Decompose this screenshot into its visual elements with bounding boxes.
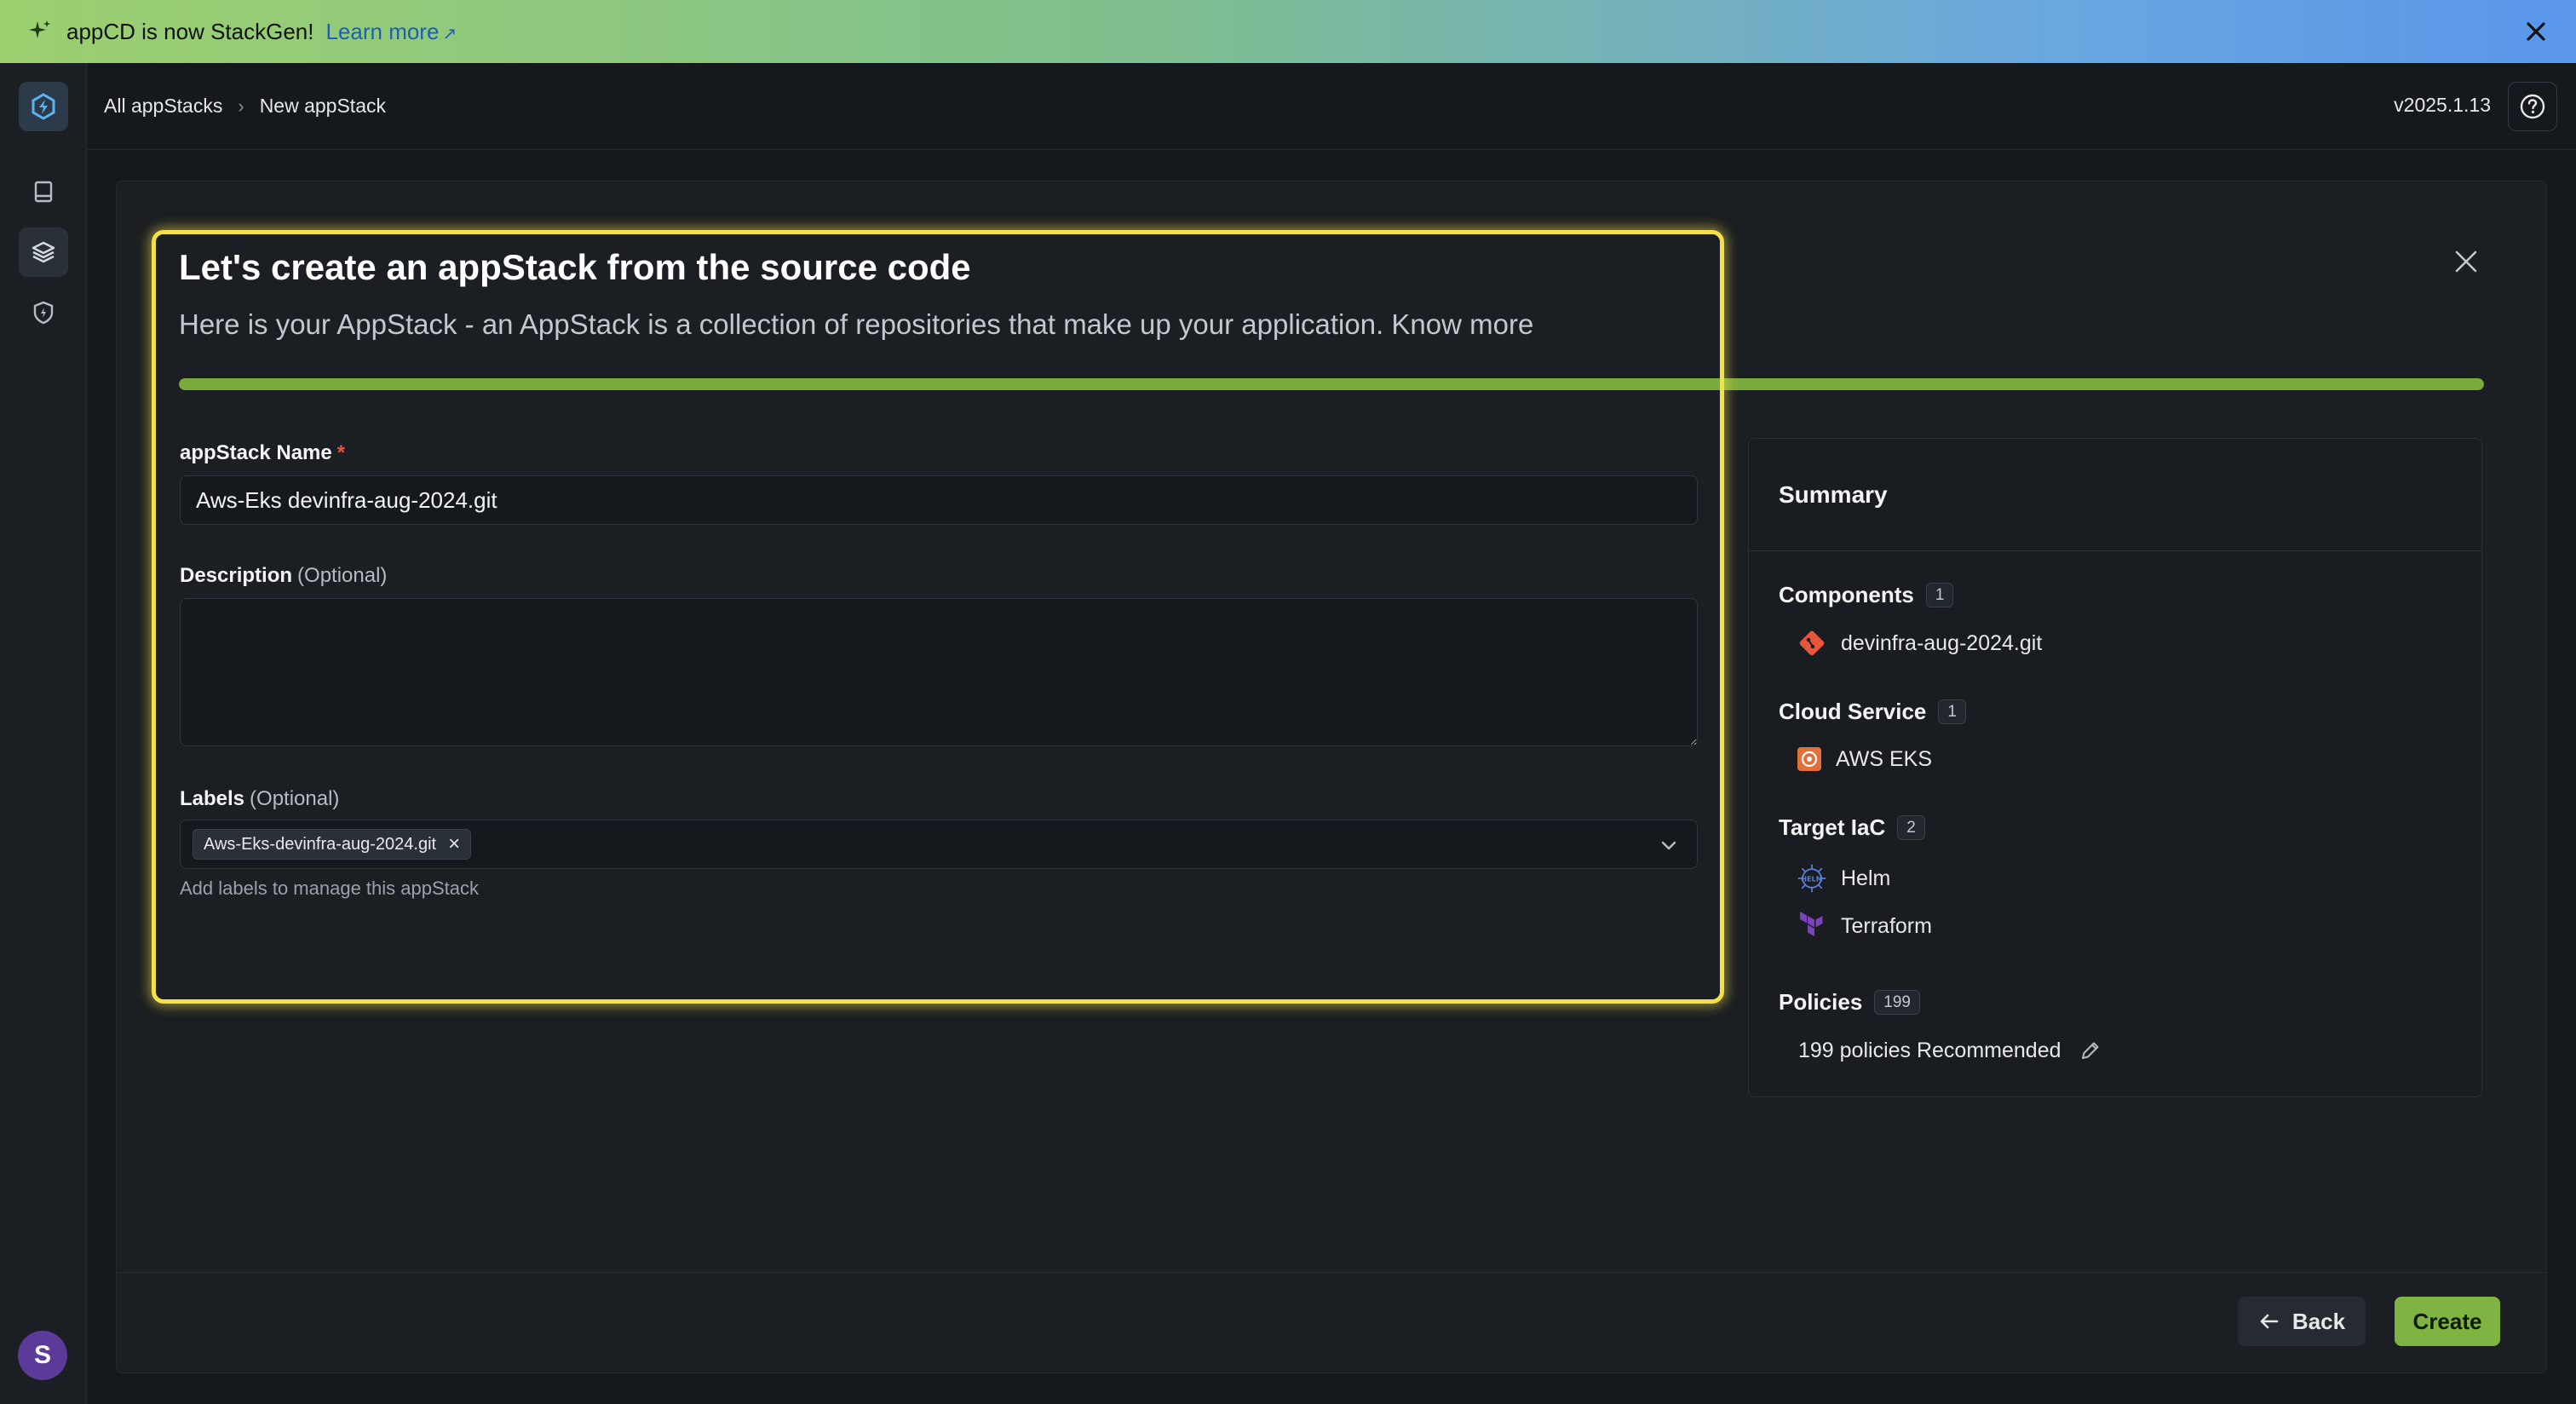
policies-count-badge: 199 — [1874, 990, 1920, 1015]
helm-icon: HELM — [1797, 863, 1827, 894]
breadcrumb-all-appstacks[interactable]: All appStacks — [104, 95, 222, 118]
breadcrumb-current: New appStack — [259, 95, 386, 117]
svg-text:HELM: HELM — [1801, 875, 1822, 883]
label-chip-text: Aws-Eks-devinfra-aug-2024.git — [204, 834, 437, 854]
shield-icon — [33, 301, 54, 325]
banner-message: appCD is now StackGen! — [66, 18, 314, 44]
sidebar-item-policies[interactable] — [19, 288, 68, 337]
labels-select[interactable]: Aws-Eks-devinfra-aug-2024.git × — [180, 820, 1698, 869]
panel-close-button[interactable] — [2449, 245, 2483, 279]
banner-close-button[interactable] — [2521, 17, 2550, 46]
terraform-icon — [1797, 911, 1827, 941]
target-iac-count-badge: 2 — [1897, 815, 1925, 840]
aws-eks-icon — [1797, 744, 1822, 774]
cloud-service-name: AWS EKS — [1836, 746, 1932, 771]
iac-item-helm: HELM Helm — [1797, 863, 1890, 894]
label-chip: Aws-Eks-devinfra-aug-2024.git × — [193, 829, 472, 860]
version-label: v2025.1.13 — [2394, 94, 2491, 116]
learn-more-link[interactable]: Learn more ↗ — [325, 19, 457, 45]
external-link-icon: ↗ — [442, 24, 457, 43]
summary-card: Summary Components 1 devinfra-aug-2024.g… — [1748, 438, 2482, 1097]
labels-hint: Add labels to manage this appStack — [180, 878, 480, 899]
description-label: Description (Optional) — [180, 564, 387, 588]
top-header: All appStacks › New appStack v2025.1.13 — [87, 63, 2576, 150]
cloud-service-title: Cloud Service — [1779, 699, 1927, 724]
description-textarea[interactable] — [180, 598, 1698, 746]
app-logo[interactable] — [19, 82, 68, 131]
announcement-banner: appCD is now StackGen! Learn more ↗ — [0, 0, 2576, 63]
sidebar: S — [0, 63, 87, 1404]
sidebar-item-appstacks[interactable] — [19, 227, 68, 277]
page-subtitle: Here is your AppStack - an AppStack is a… — [179, 308, 1533, 341]
description-optional: (Optional) — [297, 564, 388, 587]
chevron-down-icon — [1661, 841, 1676, 850]
policies-title: Policies — [1779, 989, 1863, 1015]
summary-title: Summary — [1749, 439, 2481, 551]
labels-optional: (Optional) — [250, 787, 340, 810]
component-name: devinfra-aug-2024.git — [1841, 630, 2043, 655]
iac-item-terraform: Terraform — [1797, 911, 1932, 941]
create-button[interactable]: Create — [2395, 1297, 2500, 1346]
cloud-service-section: Cloud Service 1 — [1779, 699, 1966, 725]
labels-label: Labels (Optional) — [180, 787, 339, 811]
components-title: Components — [1779, 582, 1914, 607]
breadcrumb-chevron-icon: › — [238, 95, 244, 117]
cloud-service-count-badge: 1 — [1938, 699, 1966, 724]
sparkle-icon — [29, 20, 50, 38]
description-label-text: Description — [180, 564, 293, 587]
help-icon — [2520, 94, 2545, 119]
progress-bar — [179, 378, 2484, 390]
breadcrumb: All appStacks › New appStack — [87, 95, 386, 118]
back-button[interactable]: Back — [2238, 1297, 2366, 1346]
stackgen-logo-icon — [32, 93, 55, 120]
components-section: Components 1 — [1779, 582, 1954, 608]
book-icon — [34, 181, 53, 203]
policies-recommended-text: 199 policies Recommended — [1798, 1038, 2061, 1062]
sidebar-item-catalog[interactable] — [19, 167, 68, 216]
target-iac-section: Target IaC 2 — [1779, 814, 1925, 841]
user-avatar[interactable]: S — [18, 1331, 67, 1380]
progress-fill — [179, 378, 2484, 390]
component-item: devinfra-aug-2024.git — [1797, 628, 2042, 659]
appstack-name-label: appStack Name * — [180, 441, 345, 465]
page-title: Let's create an appStack from the source… — [179, 247, 971, 287]
iac-terraform-label: Terraform — [1841, 913, 1932, 938]
components-count-badge: 1 — [1925, 583, 1954, 607]
arrow-left-icon — [2260, 1314, 2279, 1329]
required-marker: * — [336, 441, 346, 464]
policies-section: Policies 199 — [1779, 989, 1920, 1016]
know-more-link[interactable]: Know more — [1391, 308, 1533, 340]
policies-recommended: 199 policies Recommended — [1798, 1035, 2106, 1066]
labels-label-text: Labels — [180, 787, 245, 810]
back-label: Back — [2291, 1308, 2346, 1334]
panel-footer: Back Create — [117, 1272, 2546, 1372]
help-button[interactable] — [2508, 82, 2557, 131]
learn-more-label: Learn more — [325, 18, 440, 44]
appstack-name-label-text: appStack Name — [180, 441, 332, 464]
remove-label-icon[interactable]: × — [448, 834, 460, 854]
cloud-service-item: AWS EKS — [1797, 744, 1932, 774]
close-icon — [2455, 250, 2477, 273]
close-icon — [2527, 22, 2545, 41]
iac-helm-label: Helm — [1841, 866, 1891, 890]
appstack-name-input[interactable] — [180, 475, 1698, 525]
target-iac-title: Target IaC — [1779, 814, 1886, 840]
edit-pencil-icon[interactable] — [2075, 1035, 2106, 1066]
layers-icon — [32, 241, 55, 263]
subtitle-text: Here is your AppStack - an AppStack is a… — [179, 308, 1384, 340]
git-icon — [1797, 628, 1827, 659]
